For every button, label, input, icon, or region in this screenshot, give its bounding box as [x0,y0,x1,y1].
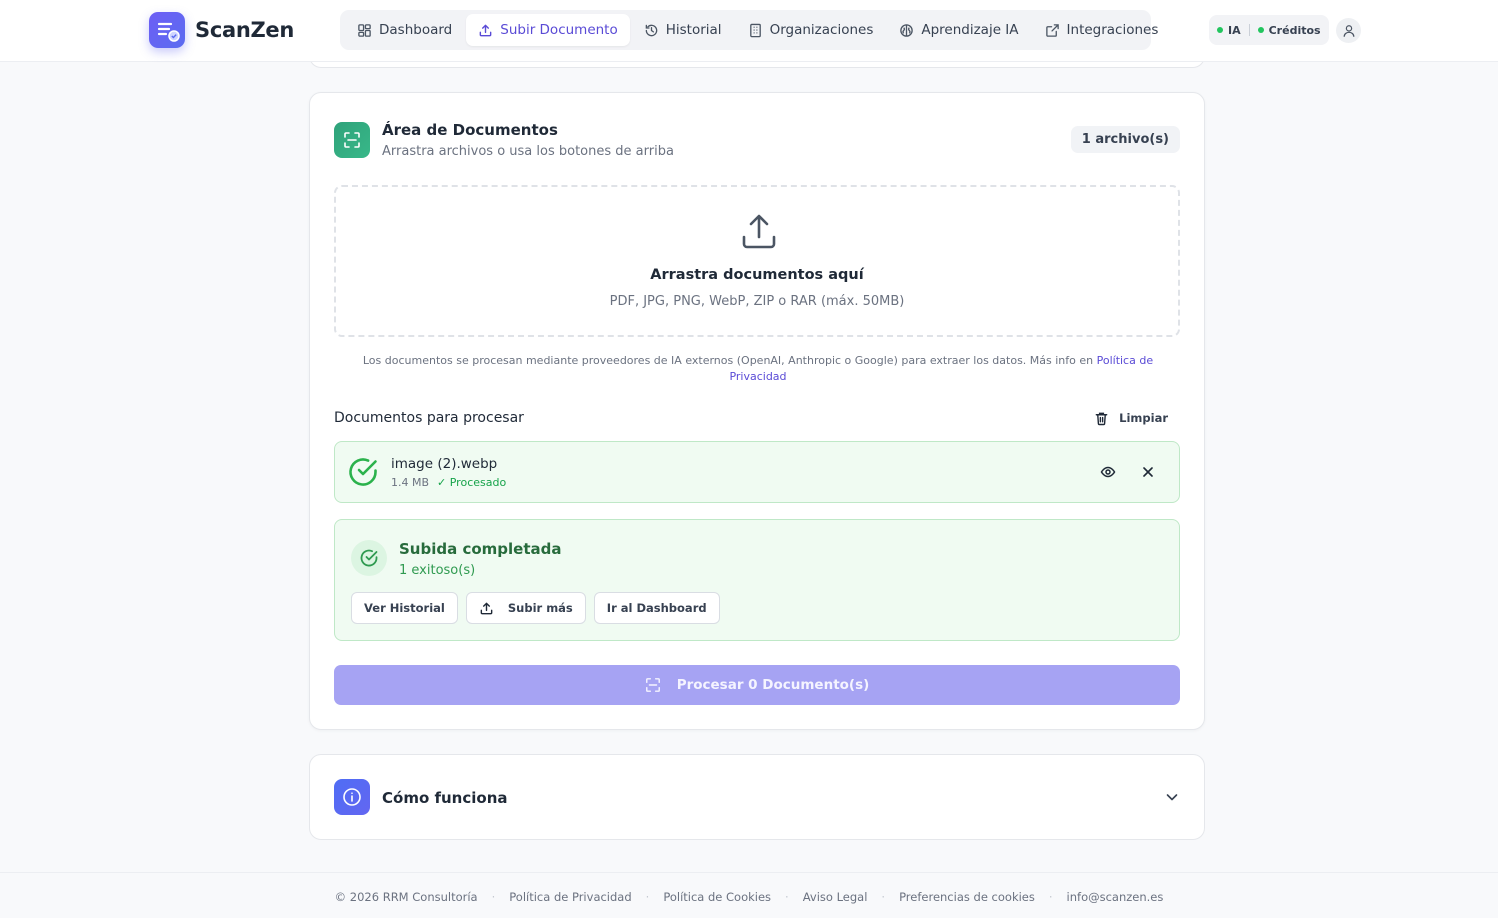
brain-icon [900,23,914,37]
chevron-down-icon [1166,794,1178,801]
file-meta: 1.4 MB ✓ Procesado [391,476,506,489]
nav-label: Aprendizaje IA [921,22,1019,38]
documents-list-title: Documentos para procesar [334,410,524,426]
nav-ai-learning[interactable]: Aprendizaje IA [887,14,1030,46]
footer-link-privacy[interactable]: Política de Privacidad [509,890,631,904]
footer-links: © 2026 RRM Consultoría · Política de Pri… [0,890,1498,904]
file-name: image (2).webp [391,456,498,472]
credits-status-dot [1257,27,1264,33]
nav-organizations[interactable]: Organizaciones [736,14,886,46]
dropzone-formats: PDF, JPG, PNG, WebP, ZIP o RAR (máx. 50M… [609,294,905,309]
info-icon [334,779,370,815]
scan-icon [645,678,660,692]
process-documents-button[interactable]: Procesar 0 Documento(s) [334,665,1180,705]
card-title: Área de Documentos [382,121,558,139]
footer-separator: · [1048,890,1053,904]
file-count-badge: 1 archivo(s) [1070,126,1180,153]
check-circle-icon [349,458,377,486]
user-icon [1343,24,1354,37]
nav-upload-document[interactable]: Subir Documento [466,14,630,46]
building-icon [749,23,761,37]
footer-separator: · [881,890,886,904]
logo-icon [149,12,185,48]
remove-file-button[interactable] [1138,462,1158,482]
eye-icon [1100,466,1116,478]
how-it-works-card[interactable]: Cómo funciona [309,754,1205,840]
nav-dashboard[interactable]: Dashboard [345,14,464,46]
credits-label: Créditos [1268,23,1321,37]
documents-area-card: Área de Documentos Arrastra archivos o u… [309,92,1205,730]
page-footer: © 2026 RRM Consultoría · Política de Pri… [0,872,1498,918]
button-label: Ir al Dashboard [606,601,707,615]
nav-label: Integraciones [1066,22,1159,38]
view-history-button[interactable]: Ver Historial [351,592,458,624]
card-subtitle: Arrastra archivos o usa los botones de a… [382,144,674,159]
nav-label: Subir Documento [500,22,618,38]
button-label: Subir más [507,601,573,615]
file-size: 1.4 MB [391,476,430,489]
ai-credits-status[interactable]: IA Créditos [1209,15,1329,45]
clear-label: Limpiar [1119,411,1168,425]
scan-icon [334,122,370,158]
nav-history[interactable]: Historial [632,14,734,46]
upload-more-button[interactable]: Subir más [465,592,586,624]
dropzone-title: Arrastra documentos aquí [650,267,864,283]
footer-separator: · [491,890,496,904]
grid-icon [358,23,371,37]
privacy-note: Los documentos se procesan mediante prov… [362,353,1154,385]
nav-label: Historial [665,22,722,38]
divider [1248,24,1250,36]
nav-label: Dashboard [379,22,453,38]
app-logo[interactable]: ScanZen [149,12,294,48]
file-dropzone[interactable]: Arrastra documentos aquí PDF, JPG, PNG, … [334,185,1180,337]
close-icon [1143,467,1153,477]
preview-file-button[interactable] [1098,462,1118,482]
button-label: Ver Historial [364,601,445,615]
how-it-works-title: Cómo funciona [382,789,508,807]
main-nav: Dashboard Subir Documento Historial Orga… [340,10,1158,50]
process-button-label: Procesar 0 Documento(s) [676,677,870,693]
user-menu-button[interactable] [1336,18,1361,43]
ia-status-dot [1217,27,1223,33]
nav-label: Organizaciones [769,22,874,38]
footer-link-email[interactable]: info@scanzen.es [1067,890,1164,904]
top-header: ScanZen Dashboard Subir Documento Histor… [0,0,1498,62]
go-to-dashboard-button[interactable]: Ir al Dashboard [593,592,720,624]
clear-button[interactable]: Limpiar [1088,406,1180,430]
trash-icon [1095,412,1108,425]
upload-icon [742,214,776,249]
footer-link-cookie-preferences[interactable]: Preferencias de cookies [899,890,1035,904]
footer-separator: · [785,890,789,904]
nav-integrations[interactable]: Integraciones [1033,14,1171,46]
upload-icon [479,24,492,36]
footer-separator: · [645,890,650,904]
file-status: ✓ Procesado [437,476,507,489]
ia-label: IA [1228,23,1241,37]
app-name: ScanZen [195,18,295,42]
footer-link-cookies[interactable]: Política de Cookies [663,890,771,904]
check-circle-icon [351,540,387,576]
upload-complete-panel: Subida completada 1 exitoso(s) Ver Histo… [334,519,1180,641]
file-item: image (2).webp 1.4 MB ✓ Procesado [334,441,1180,503]
history-icon [645,24,657,36]
privacy-text: Los documentos se procesan mediante prov… [362,354,1097,367]
upload-complete-title: Subida completada [399,540,562,558]
footer-copyright: © 2026 RRM Consultoría [334,890,478,904]
upload-icon [480,602,493,614]
external-link-icon [1045,23,1059,37]
footer-link-legal[interactable]: Aviso Legal [803,890,868,904]
result-actions: Ver Historial Subir más Ir al Dashboard [351,592,720,624]
upload-success-count: 1 exitoso(s) [399,563,476,578]
